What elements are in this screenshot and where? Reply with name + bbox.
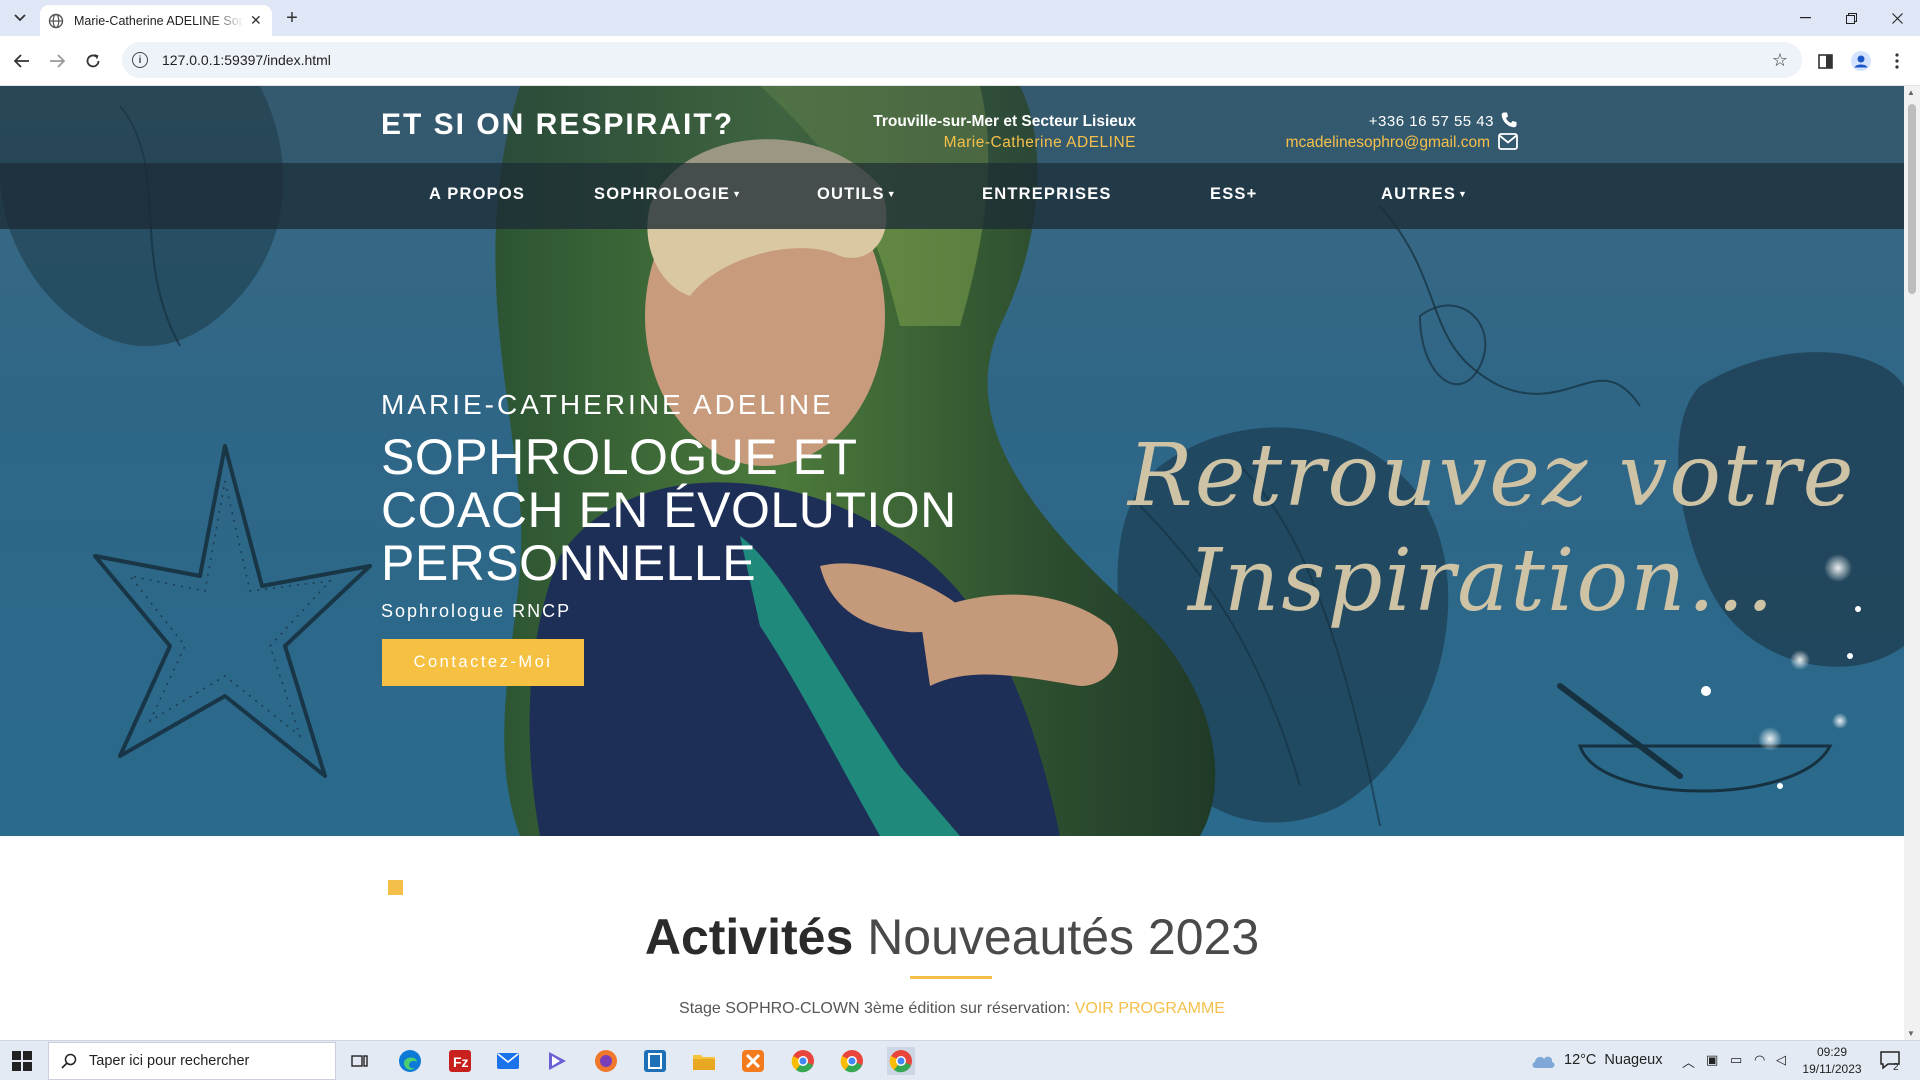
minimize-window-button[interactable] <box>1782 0 1828 36</box>
tray-device-icon[interactable]: ▣ <box>1706 1052 1718 1068</box>
decorative-square <box>388 880 403 895</box>
owner-name: Marie-Catherine ADELINE <box>943 134 1136 151</box>
volume-icon[interactable]: ◁ <box>1776 1052 1786 1068</box>
section-title-light: Nouveautés 2023 <box>867 909 1260 965</box>
search-icon <box>61 1053 77 1069</box>
profile-avatar-icon[interactable] <box>1849 49 1873 73</box>
reload-icon[interactable] <box>81 49 105 73</box>
back-arrow-icon[interactable] <box>10 49 34 73</box>
chrome-icon[interactable] <box>789 1047 817 1075</box>
hero-title: SOPHROLOGUE ET COACH EN ÉVOLUTION PERSON… <box>381 431 1001 590</box>
announcement-text: Stage SOPHRO-CLOWN 3ème édition sur rése… <box>0 1000 1904 1018</box>
close-window-button[interactable] <box>1874 0 1920 36</box>
svg-text:Fz: Fz <box>453 1054 469 1070</box>
title-underline <box>910 976 992 979</box>
url-text: 127.0.0.1:59397/index.html <box>162 52 331 68</box>
hero-section: ET SI ON RESPIRAIT? Trouville-sur-Mer et… <box>0 86 1904 836</box>
browser-toolbar: i 127.0.0.1:59397/index.html ☆ <box>0 36 1920 86</box>
clock-time: 09:29 <box>1816 1045 1848 1059</box>
kebab-menu-icon[interactable] <box>1885 49 1909 73</box>
caret-down-icon: ▼ <box>732 189 743 199</box>
site-brand-logo[interactable]: ET SI ON RESPIRAIT? <box>381 108 734 142</box>
hero-subtitle: Sophrologue RNCP <box>381 601 572 621</box>
caret-down-icon: ▼ <box>886 189 897 199</box>
weather-description: Nuageux <box>1604 1052 1663 1068</box>
clock-date: 19/11/2023 <box>1802 1062 1862 1076</box>
side-panel-icon[interactable] <box>1813 49 1837 73</box>
nav-item-sophrologie[interactable]: SOPHROLOGIE ▼ <box>594 185 742 204</box>
globe-icon <box>48 13 64 28</box>
section-title: Activités Nouveautés 2023 <box>0 908 1904 966</box>
taskbar-search-box[interactable]: Taper ici pour rechercher <box>48 1042 336 1080</box>
scrollbar-thumb[interactable] <box>1908 104 1916 294</box>
windows-taskbar: Taper ici pour rechercher Fz 12°C Nuageu… <box>0 1040 1920 1080</box>
tab-search-chevron-icon[interactable] <box>8 7 32 29</box>
hero-title-line: PERSONNELLE <box>381 535 757 591</box>
windows-start-icon[interactable] <box>12 1051 32 1071</box>
browser-tab[interactable]: Marie-Catherine ADELINE Sophrologue ✕ <box>40 5 272 36</box>
weather-widget[interactable]: 12°C Nuageux <box>1530 1051 1662 1069</box>
tray-chevron-up-icon[interactable]: ︿ <box>1682 1052 1695 1071</box>
announcement-label: Stage SOPHRO-CLOWN 3ème édition sur rése… <box>679 1000 1071 1017</box>
bookmark-star-icon[interactable]: ☆ <box>1772 50 1788 71</box>
main-navigation: A PROPOS SOPHROLOGIE ▼ OUTILS ▼ ENTREPRISE… <box>0 163 1904 229</box>
nav-item-outils[interactable]: OUTILS ▼ <box>817 185 897 204</box>
email-link[interactable]: mcadelinesophro@gmail.com <box>1220 134 1490 152</box>
envelope-icon[interactable] <box>1498 133 1518 150</box>
filezilla-icon[interactable]: Fz <box>446 1047 474 1075</box>
wifi-icon[interactable]: ◠ <box>1754 1052 1765 1068</box>
hero-title-line: COACH EN ÉVOLUTION <box>381 482 957 538</box>
chrome-icon[interactable] <box>838 1047 866 1075</box>
chrome-icon-active[interactable] <box>887 1047 915 1075</box>
page-scrollbar[interactable]: ▲ ▼ <box>1904 86 1920 1040</box>
hero-script-line-2: Inspiration... <box>1188 531 1776 631</box>
system-clock[interactable]: 09:29 19/11/2023 <box>1792 1044 1872 1078</box>
forward-arrow-icon[interactable] <box>45 49 69 73</box>
media-player-icon[interactable] <box>543 1047 571 1075</box>
weather-temperature: 12°C <box>1564 1052 1597 1068</box>
search-placeholder: Taper ici pour rechercher <box>89 1053 250 1069</box>
phone-icon[interactable] <box>1500 111 1518 129</box>
nav-item-autres[interactable]: AUTRES ▼ <box>1381 185 1468 204</box>
contact-button[interactable]: Contactez-Moi <box>382 639 584 686</box>
mail-icon[interactable] <box>494 1047 522 1075</box>
location-text: Trouville-sur-Mer et Secteur Lisieux <box>873 113 1136 130</box>
code-editor-icon[interactable] <box>641 1047 669 1075</box>
voir-programme-link[interactable]: VOIR PROGRAMME <box>1075 1000 1225 1017</box>
browser-tabstrip: Marie-Catherine ADELINE Sophrologue ✕ + <box>0 0 1920 36</box>
hero-script-line-1: Retrouvez votre <box>1128 426 1856 526</box>
phone-number[interactable]: +336 16 57 55 43 <box>1300 113 1494 130</box>
notification-count: 2 <box>1893 1062 1899 1071</box>
close-tab-icon[interactable]: ✕ <box>250 12 262 29</box>
tab-title: Marie-Catherine ADELINE Sophrologue <box>74 13 244 28</box>
scroll-up-arrow-icon[interactable]: ▲ <box>1907 88 1915 97</box>
task-view-icon[interactable] <box>346 1047 374 1075</box>
site-info-icon[interactable]: i <box>132 52 148 68</box>
notification-center-icon[interactable]: 2 <box>1880 1051 1904 1071</box>
section-title-bold: Activités <box>644 909 854 965</box>
nav-item-ess[interactable]: ESS+ <box>1210 185 1257 204</box>
firefox-icon[interactable] <box>592 1047 620 1075</box>
nav-item-a-propos[interactable]: A PROPOS <box>429 185 525 204</box>
restore-window-button[interactable] <box>1828 0 1874 36</box>
battery-icon[interactable]: ▭ <box>1730 1052 1742 1068</box>
web-page: ET SI ON RESPIRAIT? Trouville-sur-Mer et… <box>0 86 1904 1040</box>
new-tab-button[interactable]: + <box>280 7 304 29</box>
xampp-icon[interactable] <box>739 1047 767 1075</box>
edge-browser-icon[interactable] <box>396 1047 424 1075</box>
scroll-down-arrow-icon[interactable]: ▼ <box>1907 1029 1915 1038</box>
cloud-icon <box>1532 1056 1555 1068</box>
caret-down-icon: ▼ <box>1458 189 1469 199</box>
hero-eyebrow: MARIE-CATHERINE ADELINE <box>381 389 834 420</box>
file-explorer-icon[interactable] <box>690 1047 718 1075</box>
address-bar[interactable]: i 127.0.0.1:59397/index.html ☆ <box>122 42 1802 78</box>
nav-item-entreprises[interactable]: ENTREPRISES <box>982 185 1112 204</box>
hero-title-line: SOPHROLOGUE ET <box>381 429 858 485</box>
